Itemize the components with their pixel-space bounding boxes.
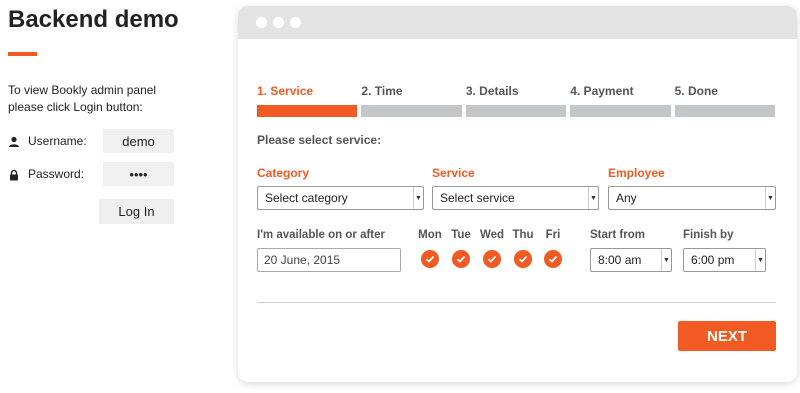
category-select-value: Select category [265,191,348,205]
step-bar [570,105,671,117]
step-service: 1. Service [257,84,358,117]
day-tue[interactable]: Tue [446,229,476,268]
available-label: I'm available on or after [257,229,385,241]
check-icon[interactable] [514,250,532,268]
category-select[interactable]: Select category ▼ [257,186,424,210]
step-bar [674,105,776,117]
finish-time-select[interactable]: 6:00 pm ▼ [683,248,766,272]
chevron-down-icon: ▼ [588,187,598,209]
employee-select[interactable]: Any ▼ [608,186,776,210]
day-label: Wed [479,229,505,241]
next-button[interactable]: NEXT [678,321,776,351]
day-fri[interactable]: Fri [538,229,568,268]
username-label: Username: [28,134,87,148]
date-input[interactable]: 20 June, 2015 [257,248,401,272]
employee-label: Employee [608,166,665,180]
day-wed[interactable]: Wed [477,229,507,268]
form-divider [257,302,776,303]
chevron-down-icon: ▼ [755,249,765,271]
start-time-select[interactable]: 8:00 am ▼ [590,248,672,272]
password-row: Password: •••• [8,162,178,186]
day-label: Tue [451,229,471,241]
chevron-down-icon: ▼ [765,187,775,209]
title-accent-bar [8,52,37,56]
page-title: Backend demo [8,6,179,33]
instruction-line-2: please click Login button: [8,100,143,114]
chevron-down-icon: ▼ [413,187,423,209]
step-bar [465,105,567,117]
service-label: Service [432,166,475,180]
day-label: Mon [418,229,442,241]
instruction-line-1: To view Bookly admin panel [8,83,157,97]
day-mon[interactable]: Mon [415,229,445,268]
section-title: Please select service: [257,133,382,147]
window-dot-2 [273,17,284,28]
start-time-value: 8:00 am [598,253,642,267]
day-label: Thu [512,229,534,241]
check-icon[interactable] [421,250,439,268]
step-time: 2. Time [361,84,462,117]
category-label: Category [257,166,310,180]
username-value: demo [103,129,174,153]
step-bar [257,105,358,117]
window-dot-1 [256,17,267,28]
login-instructions: To view Bookly admin panel please click … [8,82,208,116]
step-label: 5. Done [674,84,718,98]
service-select-value: Select service [440,191,515,205]
password-label: Password: [28,167,85,181]
step-bar [361,105,462,117]
window-title-bar [238,6,797,39]
password-value: •••• [103,162,174,186]
service-select[interactable]: Select service ▼ [432,186,599,210]
step-label: 2. Time [361,84,403,98]
chevron-down-icon: ▼ [661,249,671,271]
check-icon[interactable] [452,250,470,268]
login-button[interactable]: Log In [99,199,174,224]
user-icon [8,135,20,147]
window-dot-3 [290,17,301,28]
step-label: 4. Payment [570,84,634,98]
browser-window: 1. Service 2. Time 3. Details 4. Payment… [238,6,797,382]
finish-by-label: Finish by [683,229,734,241]
step-details: 3. Details [465,84,567,117]
finish-time-value: 6:00 pm [691,253,735,267]
step-label: 1. Service [257,84,314,98]
step-progress: 1. Service 2. Time 3. Details 4. Payment… [257,84,776,117]
check-icon[interactable] [483,250,501,268]
step-payment: 4. Payment [570,84,671,117]
step-label: 3. Details [465,84,519,98]
employee-select-value: Any [616,191,637,205]
day-label: Fri [545,229,561,241]
check-icon[interactable] [544,250,562,268]
start-from-label: Start from [590,229,645,241]
step-done: 5. Done [674,84,776,117]
username-row: Username: demo [8,129,178,153]
lock-icon [8,168,20,181]
day-thu[interactable]: Thu [508,229,538,268]
